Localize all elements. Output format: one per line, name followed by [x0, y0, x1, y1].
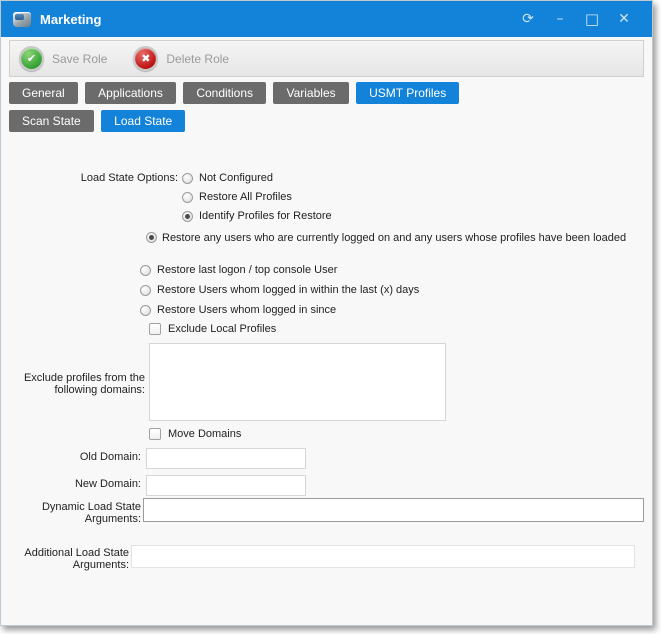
exclude-local-profiles-checkbox[interactable]: Exclude Local Profiles	[149, 322, 276, 336]
main-tab-bar: General Applications Conditions Variable…	[9, 82, 462, 104]
checkbox-label: Move Domains	[168, 428, 241, 440]
delete-x-icon: ✖	[133, 46, 158, 71]
refresh-icon[interactable]: ⟳	[512, 1, 544, 37]
maximize-icon[interactable]: □	[576, 1, 608, 37]
checkbox-icon[interactable]	[149, 323, 161, 335]
radio-label: Restore any users who are currently logg…	[162, 232, 626, 244]
move-domains-checkbox[interactable]: Move Domains	[149, 427, 241, 441]
additional-load-state-arguments-label: Additional Load State Arguments:	[21, 547, 129, 571]
delete-role-button[interactable]: ✖ Delete Role	[133, 46, 229, 71]
radio-icon[interactable]	[146, 232, 157, 243]
marketing-role-window: Marketing ⟳ – □ ✕ ✔ Save Role ✖ Delete R…	[0, 0, 653, 626]
minimize-icon[interactable]: –	[544, 1, 576, 37]
additional-load-state-arguments-input[interactable]	[131, 545, 635, 568]
radio-icon[interactable]	[140, 305, 151, 316]
close-icon[interactable]: ✕	[608, 1, 640, 37]
tab-variables[interactable]: Variables	[273, 82, 348, 104]
delete-role-label: Delete Role	[166, 52, 229, 66]
radio-restore-logged-on-users[interactable]: Restore any users who are currently logg…	[140, 232, 656, 245]
tab-applications[interactable]: Applications	[85, 82, 176, 104]
tab-scan-state[interactable]: Scan State	[9, 110, 94, 132]
radio-label: Restore Users whom logged in since	[157, 304, 336, 316]
exclude-domains-label: Exclude profiles from the following doma…	[9, 372, 145, 396]
radio-restore-logged-in-since[interactable]: Restore Users whom logged in since	[140, 303, 336, 317]
radio-label: Restore Users whom logged in within the …	[157, 284, 419, 296]
radio-label: Restore last logon / top console User	[157, 264, 337, 276]
radio-restore-last-x-days[interactable]: Restore Users whom logged in within the …	[140, 283, 419, 297]
save-role-label: Save Role	[52, 52, 107, 66]
toolbar: ✔ Save Role ✖ Delete Role	[9, 40, 644, 77]
tab-conditions[interactable]: Conditions	[183, 82, 266, 104]
radio-icon[interactable]	[182, 173, 193, 184]
tab-usmt-profiles[interactable]: USMT Profiles	[356, 82, 459, 104]
save-check-icon: ✔	[19, 46, 44, 71]
tab-load-state[interactable]: Load State	[101, 110, 185, 132]
radio-icon[interactable]	[140, 285, 151, 296]
sub-tab-bar: Scan State Load State	[9, 110, 188, 132]
radio-label: Restore All Profiles	[199, 191, 292, 203]
old-domain-input[interactable]	[146, 448, 306, 469]
exclude-domains-textarea[interactable]	[149, 343, 446, 421]
dynamic-load-state-arguments-input[interactable]	[143, 498, 644, 522]
radio-icon[interactable]	[140, 265, 151, 276]
title-bar: Marketing ⟳ – □ ✕	[1, 1, 652, 37]
radio-icon[interactable]	[182, 211, 193, 222]
new-domain-input[interactable]	[146, 475, 306, 496]
radio-restore-all-profiles[interactable]: Restore All Profiles	[182, 190, 292, 204]
window-title: Marketing	[40, 12, 101, 27]
checkbox-icon[interactable]	[149, 428, 161, 440]
old-domain-label: Old Domain:	[41, 451, 141, 463]
radio-not-configured[interactable]: Not Configured	[182, 171, 273, 185]
radio-label: Not Configured	[199, 172, 273, 184]
new-domain-label: New Domain:	[41, 478, 141, 490]
app-icon	[13, 12, 31, 27]
tab-general[interactable]: General	[9, 82, 78, 104]
radio-identify-profiles[interactable]: Identify Profiles for Restore	[182, 209, 332, 223]
radio-label: Identify Profiles for Restore	[199, 210, 332, 222]
radio-restore-last-logon[interactable]: Restore last logon / top console User	[140, 263, 337, 277]
window-controls: ⟳ – □ ✕	[512, 1, 640, 37]
checkbox-label: Exclude Local Profiles	[168, 323, 276, 335]
load-state-options-label: Load State Options:	[41, 172, 178, 184]
save-role-button[interactable]: ✔ Save Role	[19, 46, 107, 71]
radio-icon[interactable]	[182, 192, 193, 203]
dynamic-load-state-arguments-label: Dynamic Load State Arguments:	[33, 501, 141, 525]
